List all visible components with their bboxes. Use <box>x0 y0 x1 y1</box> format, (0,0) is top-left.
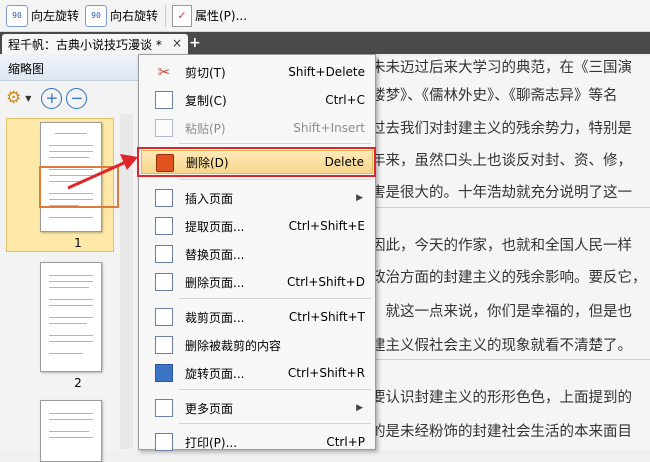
menu-item-label: 删除被裁剪的内容 <box>185 338 282 353</box>
remove-cropped-icon <box>155 336 173 354</box>
menu-item-shortcut: Ctrl+Shift+E <box>288 219 365 233</box>
menu-item-shortcut: Ctrl+Shift+D <box>287 275 365 289</box>
scissors-icon: ✂ <box>157 63 171 81</box>
add-tab-button[interactable]: + <box>189 35 201 51</box>
menu-separator <box>179 179 371 180</box>
replace-page-icon <box>155 245 173 263</box>
menu-item-remove-cropped[interactable]: 删除被裁剪的内容 <box>141 333 373 357</box>
document-text-line: 年来，虽然口头上也谈反对封、资、修， <box>371 153 632 169</box>
chevron-down-icon[interactable]: ▼ <box>25 94 31 103</box>
rotate-page-icon <box>155 364 173 382</box>
menu-item-delete-page[interactable]: 删除页面... Ctrl+Shift+D <box>141 270 373 294</box>
menu-item-label: 删除页面... <box>185 275 245 290</box>
menu-item-shortcut: Ctrl+C <box>325 93 365 107</box>
document-text-line: 。就这一点来说，你们是幸福的，但是也 <box>371 304 632 320</box>
zoom-out-button[interactable]: − <box>66 87 88 109</box>
toolbar-divider <box>165 5 166 27</box>
document-text-line: 因此，今天的作家，也就和全国人民一样 <box>371 238 632 254</box>
properties-icon: ✓ <box>172 4 192 27</box>
document-text-line: 要认识封建主义的形形色色，上面提到的 <box>371 390 632 406</box>
menu-item-label: 打印(P)... <box>185 435 238 450</box>
crop-page-icon <box>155 308 173 326</box>
toolbar: 90 向左旋转 90 向右旋转 ✓ 属性(P)... <box>0 0 650 32</box>
document-text-line: 的是未经粉饰的封建社会生活的本来面目 <box>371 424 632 440</box>
tab-bar: 程千帆：古典小说技巧漫谈 * × + <box>0 32 650 54</box>
tab-document[interactable]: 程千帆：古典小说技巧漫谈 * × <box>2 34 188 54</box>
menu-item-shortcut: Ctrl+P <box>326 435 365 449</box>
zoom-in-button[interactable]: + <box>41 87 63 109</box>
extract-page-icon <box>155 217 173 235</box>
submenu-arrow-icon: ▶ <box>356 403 363 413</box>
document-text-line: 过去我们对封建主义的残余势力，特别是 <box>371 121 632 137</box>
menu-item-shortcut: Ctrl+Shift+T <box>288 310 365 324</box>
thumbnail-tools: ⚙ ▼ + − <box>0 81 138 115</box>
text-divider <box>371 359 650 360</box>
paste-icon <box>155 119 173 137</box>
menu-item-shortcut: Shift+Delete <box>288 65 365 79</box>
print-icon <box>155 433 173 451</box>
more-pages-icon <box>155 399 173 417</box>
menu-item-shortcut: Shift+Insert <box>293 121 365 135</box>
menu-item-label: 提取页面... <box>185 219 245 234</box>
thumbnail-pane: 缩略图 ⚙ ▼ + − 1 2 <box>0 56 139 462</box>
annotation-frame <box>137 147 376 177</box>
menu-separator <box>179 298 371 299</box>
menu-item-label: 旋转页面... <box>185 366 245 381</box>
document-text-line: 朱未迈过后来大学习的典范，在《三国演 <box>371 60 632 76</box>
document-text-line: 害是很大的。十年浩劫就充分说明了这一 <box>371 185 632 201</box>
menu-item-label: 更多页面 <box>185 401 234 416</box>
close-icon[interactable]: × <box>172 36 182 50</box>
menu-item-label: 插入页面 <box>185 191 234 206</box>
menu-item-print[interactable]: 打印(P)... Ctrl+P <box>141 430 373 454</box>
menu-separator <box>179 143 371 144</box>
menu-item-copy[interactable]: 复制(C) Ctrl+C <box>141 88 373 112</box>
page-thumbnail[interactable] <box>40 400 102 462</box>
document-text-line: 楼梦》、《儒林外史》、《聊斋志异》等名 <box>371 88 618 104</box>
gear-icon[interactable]: ⚙ <box>6 88 21 108</box>
pane-title: 缩略图 <box>8 61 45 76</box>
menu-item-cut[interactable]: ✂ 剪切(T) Shift+Delete <box>141 60 373 84</box>
insert-page-icon <box>155 189 173 207</box>
annotation-arrow-icon <box>67 154 138 190</box>
page-number: 2 <box>74 376 82 390</box>
copy-icon <box>155 91 173 109</box>
rotate-left-icon: 90 <box>6 4 28 27</box>
menu-item-rotate-page[interactable]: 旋转页面... Ctrl+Shift+R <box>141 361 373 385</box>
rotate-right-button[interactable]: 90 向右旋转 <box>85 3 158 28</box>
menu-separator <box>179 423 371 424</box>
rotate-right-icon: 90 <box>85 4 107 27</box>
page-thumbnail[interactable] <box>40 262 102 372</box>
menu-separator <box>179 389 371 390</box>
properties-button[interactable]: ✓ 属性(P)... <box>172 3 247 28</box>
menu-item-more-pages[interactable]: 更多页面 ▶ <box>141 396 373 420</box>
rotate-left-button[interactable]: 90 向左旋转 <box>6 3 79 28</box>
menu-item-paste: 粘贴(P) Shift+Insert <box>141 116 373 140</box>
submenu-arrow-icon: ▶ <box>356 193 363 203</box>
tab-title: 程千帆：古典小说技巧漫谈 * <box>8 37 162 52</box>
menu-item-extract-page[interactable]: 提取页面... Ctrl+Shift+E <box>141 214 373 238</box>
delete-page-icon <box>155 273 173 291</box>
menu-item-label: 剪切(T) <box>185 65 226 80</box>
thumbnail-pane-header: 缩略图 <box>0 56 138 81</box>
menu-item-label: 复制(C) <box>185 93 227 108</box>
context-menu: ✂ 剪切(T) Shift+Delete 复制(C) Ctrl+C 粘贴(P) … <box>138 54 376 451</box>
menu-item-insert-page[interactable]: 插入页面 ▶ <box>141 186 373 210</box>
menu-item-label: 替换页面... <box>185 247 245 262</box>
rotate-left-label: 向左旋转 <box>31 9 80 23</box>
text-divider <box>371 207 650 208</box>
rotate-right-label: 向右旋转 <box>110 9 159 23</box>
menu-item-replace-page[interactable]: 替换页面... <box>141 242 373 266</box>
document-text-line: 政治方面的封建主义的残余影响。要反它， <box>371 270 647 286</box>
menu-item-shortcut: Ctrl+Shift+R <box>287 366 365 380</box>
menu-item-label: 粘贴(P) <box>185 121 226 136</box>
page-number: 1 <box>74 236 82 250</box>
menu-item-crop-page[interactable]: 裁剪页面... Ctrl+Shift+T <box>141 305 373 329</box>
menu-item-label: 裁剪页面... <box>185 310 245 325</box>
properties-label: 属性(P)... <box>195 9 248 23</box>
document-text-line: 建主义假社会主义的现象就看不清楚了。 <box>371 338 632 354</box>
